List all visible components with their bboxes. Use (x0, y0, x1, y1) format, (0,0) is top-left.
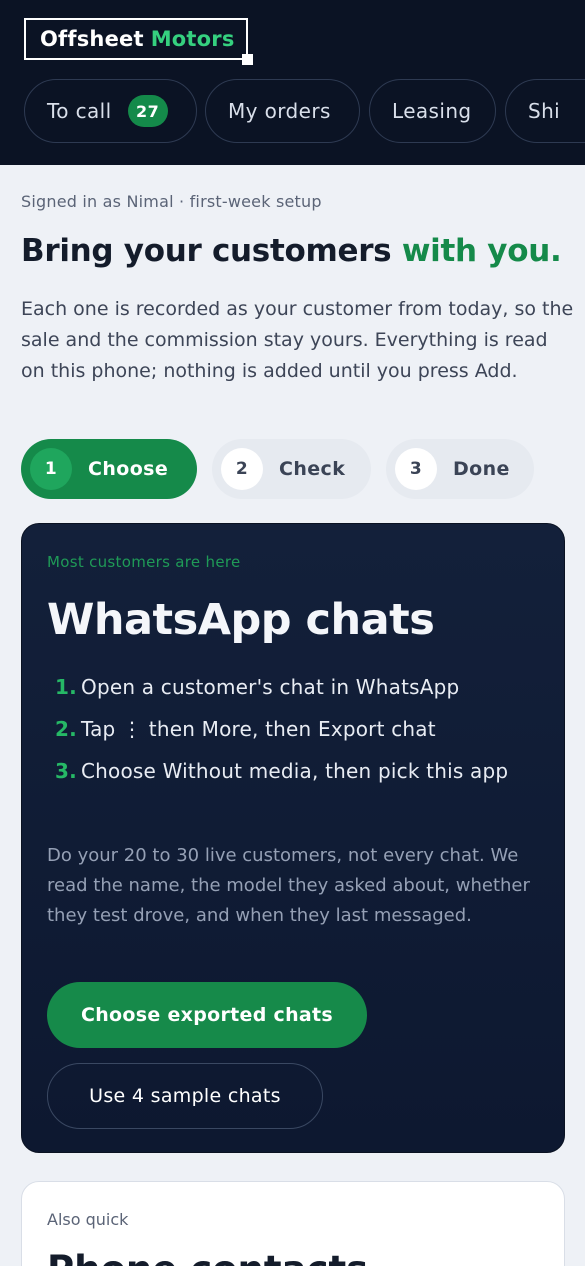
instruction-text: Open a customer's chat in WhatsApp (81, 675, 460, 699)
page-title: Bring your customers with you. (21, 233, 562, 269)
instruction-number: 3. (55, 759, 77, 783)
step-check[interactable]: 2 Check (212, 439, 371, 499)
top-bar: Offsheet Motors To call 27 My orders Lea… (0, 0, 585, 165)
instruction-item: 2. Tap ⋮ then More, then Export chat (55, 712, 535, 746)
step-number: 2 (221, 448, 263, 490)
instruction-number: 2. (55, 717, 77, 741)
step-done[interactable]: 3 Done (386, 439, 534, 499)
phone-contacts-card[interactable]: Also quick Phone contacts (21, 1181, 565, 1266)
instruction-list: 1. Open a customer's chat in WhatsApp 2.… (55, 670, 535, 796)
tab-label: My orders (228, 99, 331, 123)
instruction-item: 1. Open a customer's chat in WhatsApp (55, 670, 535, 704)
instruction-text: Choose Without media, then pick this app (81, 759, 509, 783)
nav-tabs: To call 27 My orders Leasing Shi (24, 79, 585, 143)
count-badge: 27 (127, 95, 168, 127)
step-number: 1 (30, 448, 72, 490)
tab-label: To call (47, 99, 112, 123)
whatsapp-import-card: Most customers are here WhatsApp chats 1… (21, 523, 565, 1153)
brand-logo[interactable]: Offsheet Motors (24, 18, 253, 65)
card-title: Phone contacts (47, 1248, 368, 1266)
logo-corner-handle (242, 54, 253, 65)
step-choose[interactable]: 1 Choose (21, 439, 197, 499)
instruction-text: Tap ⋮ then More, then Export chat (81, 717, 436, 741)
tab-leasing[interactable]: Leasing (369, 79, 496, 143)
tab-label: Shi (528, 99, 561, 123)
title-main: Bring your customers (21, 233, 392, 269)
use-sample-chats-button[interactable]: Use 4 sample chats (47, 1063, 323, 1129)
step-label: Done (453, 458, 510, 480)
instruction-item: 3. Choose Without media, then pick this … (55, 754, 535, 788)
step-label: Choose (88, 458, 169, 480)
card-eyebrow: Also quick (47, 1210, 129, 1229)
card-eyebrow: Most customers are here (47, 553, 241, 571)
instruction-number: 1. (55, 675, 77, 699)
tab-label: Leasing (392, 99, 472, 123)
tab-shipping[interactable]: Shi (505, 79, 585, 143)
card-title: WhatsApp chats (47, 595, 435, 645)
intro-description: Each one is recorded as your customer fr… (21, 298, 574, 382)
step-number: 3 (395, 448, 437, 490)
brand-name: Offsheet (40, 27, 144, 51)
tab-to-call[interactable]: To call 27 (24, 79, 197, 143)
brand-name-accent: Motors (150, 27, 235, 51)
signed-in-status: Signed in as Nimal · first-week setup (21, 192, 322, 211)
choose-exported-chats-button[interactable]: Choose exported chats (47, 982, 367, 1048)
title-accent: with you. (401, 233, 562, 269)
card-description: Do your 20 to 30 live customers, not eve… (47, 845, 530, 926)
step-label: Check (279, 458, 346, 480)
tab-my-orders[interactable]: My orders (205, 79, 360, 143)
